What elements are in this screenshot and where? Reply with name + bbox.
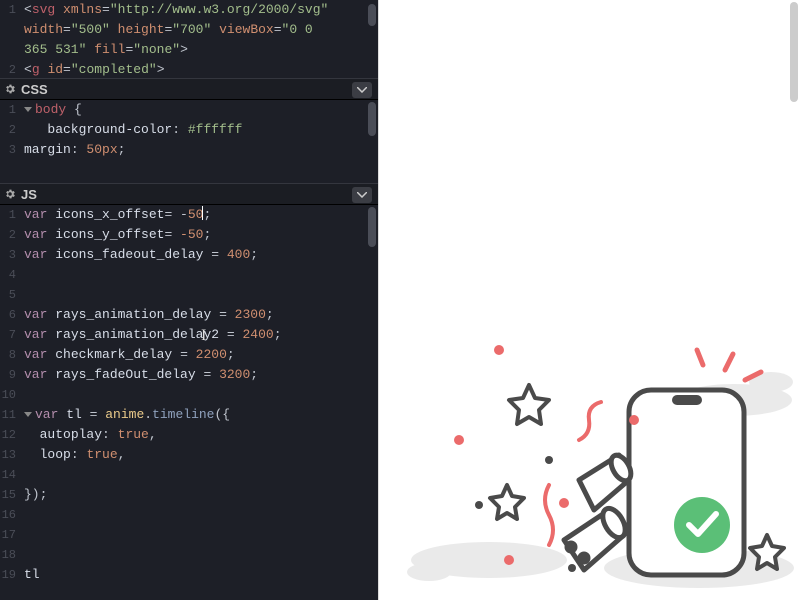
gutter-css: 1 2 3 <box>0 100 22 183</box>
scrollbar-css[interactable] <box>368 102 376 136</box>
checkmark-icon <box>674 497 730 553</box>
pane-css: CSS 1 2 3 body { background-color: #ffff… <box>0 78 378 183</box>
code-css[interactable]: body { background-color: #ffffff margin:… <box>22 100 378 183</box>
pane-header-css[interactable]: CSS <box>0 78 378 100</box>
pane-label-css: CSS <box>21 82 48 97</box>
code-area-html[interactable]: 1 2 <svg xmlns="http://www.w3.org/2000/s… <box>0 0 378 78</box>
gear-icon[interactable] <box>4 83 16 95</box>
code-area-css[interactable]: 1 2 3 body { background-color: #ffffff m… <box>0 100 378 183</box>
pane-header-js[interactable]: JS <box>0 183 378 205</box>
fold-icon[interactable] <box>24 412 32 417</box>
scrollbar-preview[interactable] <box>790 2 798 102</box>
editor-column: 1 2 <svg xmlns="http://www.w3.org/2000/s… <box>0 0 378 600</box>
scrollbar-html[interactable] <box>368 4 376 26</box>
code-area-js[interactable]: 1 2 3 4 5 6 7 8 9 10 11 12 13 14 15 16 1… <box>0 205 378 600</box>
pane-label-js: JS <box>21 187 37 202</box>
completed-illustration <box>389 310 800 590</box>
collapse-button-css[interactable] <box>352 82 372 98</box>
gutter-js: 1 2 3 4 5 6 7 8 9 10 11 12 13 14 15 16 1… <box>0 205 22 600</box>
pane-js: JS 1 2 3 4 5 6 7 8 9 10 11 12 13 14 15 <box>0 183 378 600</box>
fold-icon[interactable] <box>24 107 32 112</box>
collapse-button-js[interactable] <box>352 187 372 203</box>
preview-pane <box>378 0 800 600</box>
gutter-html: 1 2 <box>0 0 22 78</box>
pane-html: 1 2 <svg xmlns="http://www.w3.org/2000/s… <box>0 0 378 78</box>
code-js[interactable]: var icons_x_offset= -50; var icons_y_off… <box>22 205 378 600</box>
gear-icon[interactable] <box>4 188 16 200</box>
code-html[interactable]: <svg xmlns="http://www.w3.org/2000/svg" … <box>22 0 378 78</box>
scrollbar-js[interactable] <box>368 207 376 247</box>
